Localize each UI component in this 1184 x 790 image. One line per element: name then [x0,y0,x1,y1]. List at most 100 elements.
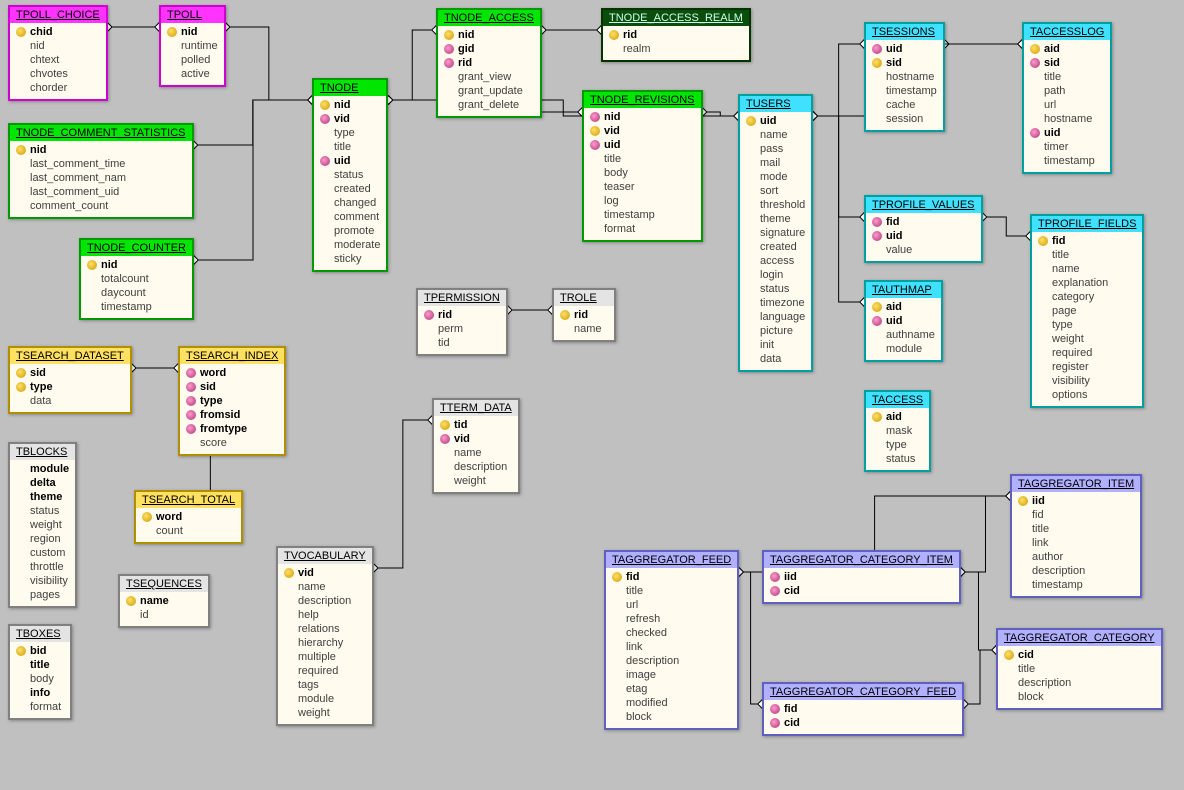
field-description[interactable]: description [614,654,731,668]
table-header[interactable]: TNODE_COMMENT_STATISTICS [10,125,192,141]
field-promote[interactable]: promote [322,224,380,238]
table-trole[interactable]: TROLEridname [552,288,616,342]
table-tvocabulary[interactable]: TVOCABULARYvidnamedescriptionhelprelatio… [276,546,374,726]
field-title[interactable]: title [1020,522,1134,536]
table-header[interactable]: TUSERS [740,96,811,112]
table-tsearch_index[interactable]: TSEARCH_INDEXwordsidtypefromsidfromtypes… [178,346,286,456]
field-timezone[interactable]: timezone [748,296,805,310]
table-header[interactable]: TAGGREGATOR_CATEGORY [998,630,1161,646]
field-uid[interactable]: uid [592,138,695,152]
field-sid[interactable]: sid [188,380,278,394]
field-nid[interactable]: nid [446,28,534,42]
table-tnode_access_realm[interactable]: TNODE_ACCESS_REALMridrealm [601,8,751,62]
field-type[interactable]: type [18,380,124,394]
field-moderate[interactable]: moderate [322,238,380,252]
table-header[interactable]: TSEARCH_DATASET [10,348,130,364]
field-active[interactable]: active [169,67,218,81]
field-score[interactable]: score [188,436,278,450]
field-type[interactable]: type [1040,318,1136,332]
field-type[interactable]: type [322,126,380,140]
table-tsequences[interactable]: TSEQUENCESnameid [118,574,210,628]
table-taggregator_feed[interactable]: TAGGREGATOR_FEEDfidtitleurlrefreshchecke… [604,550,739,730]
table-tprofile_fields[interactable]: TPROFILE_FIELDSfidtitlenameexplanationca… [1030,214,1144,408]
field-vid[interactable]: vid [442,432,512,446]
field-cid[interactable]: cid [772,584,953,598]
field-fid[interactable]: fid [614,570,731,584]
field-custom[interactable]: custom [18,546,69,560]
field-nid[interactable]: nid [169,25,218,39]
field-vid[interactable]: vid [286,566,366,580]
table-tterm_data[interactable]: TTERM_DATAtidvidnamedescriptionweight [432,398,520,494]
field-link[interactable]: link [614,640,731,654]
field-perm[interactable]: perm [426,322,500,336]
table-tauthmap[interactable]: TAUTHMAPaiduidauthnamemodule [864,280,943,362]
table-tsearch_total[interactable]: TSEARCH_TOTALwordcount [134,490,243,544]
field-last_comment_time[interactable]: last_comment_time [18,157,186,171]
table-tnode_revisions[interactable]: TNODE_REVISIONSnidviduidtitlebodyteaserl… [582,90,703,242]
table-taggregator_category_item[interactable]: TAGGREGATOR_CATEGORY_ITEMiidcid [762,550,961,604]
field-status[interactable]: status [322,168,380,182]
table-taggregator_item[interactable]: TAGGREGATOR_ITEMiidfidtitlelinkauthordes… [1010,474,1142,598]
table-tnode[interactable]: TNODEnidvidtypetitleuidstatuscreatedchan… [312,78,388,272]
field-weight[interactable]: weight [18,518,69,532]
field-title[interactable]: title [322,140,380,154]
field-timestamp[interactable]: timestamp [1020,578,1134,592]
field-chorder[interactable]: chorder [18,81,100,95]
table-tblocks[interactable]: TBLOCKSmoduledeltathemestatusweightregio… [8,442,77,608]
field-runtime[interactable]: runtime [169,39,218,53]
field-iid[interactable]: iid [1020,494,1134,508]
field-format[interactable]: format [592,222,695,236]
field-image[interactable]: image [614,668,731,682]
table-taggregator_category_feed[interactable]: TAGGREGATOR_CATEGORY_FEEDfidcid [762,682,964,736]
field-nid[interactable]: nid [18,39,100,53]
field-session[interactable]: session [874,112,937,126]
field-help[interactable]: help [286,608,366,622]
field-module[interactable]: module [874,342,935,356]
field-language[interactable]: language [748,310,805,324]
field-tid[interactable]: tid [426,336,500,350]
field-gid[interactable]: gid [446,42,534,56]
table-header[interactable]: TAGGREGATOR_FEED [606,552,737,568]
field-chid[interactable]: chid [18,25,100,39]
field-id[interactable]: id [128,608,202,622]
field-tags[interactable]: tags [286,678,366,692]
table-header[interactable]: TPERMISSION [418,290,506,306]
table-taccess[interactable]: TACCESSaidmasktypestatus [864,390,931,472]
table-header[interactable]: TAGGREGATOR_ITEM [1012,476,1140,492]
table-tpoll_choice[interactable]: TPOLL_CHOICEchidnidchtextchvoteschorder [8,5,108,101]
table-taccesslog[interactable]: TACCESSLOGaidsidtitlepathurlhostnameuidt… [1022,22,1112,174]
field-aid[interactable]: aid [1032,42,1104,56]
field-uid[interactable]: uid [874,229,975,243]
table-header[interactable]: TSEQUENCES [120,576,208,592]
field-title[interactable]: title [592,152,695,166]
field-realm[interactable]: realm [611,42,743,56]
field-name[interactable]: name [1040,262,1136,276]
field-title[interactable]: title [1032,70,1104,84]
field-format[interactable]: format [18,700,64,714]
field-register[interactable]: register [1040,360,1136,374]
field-type[interactable]: type [188,394,278,408]
field-name[interactable]: name [286,580,366,594]
table-header[interactable]: TPROFILE_FIELDS [1032,216,1142,232]
field-data[interactable]: data [748,352,805,366]
field-hostname[interactable]: hostname [874,70,937,84]
field-weight[interactable]: weight [286,706,366,720]
field-etag[interactable]: etag [614,682,731,696]
table-header[interactable]: TACCESS [866,392,929,408]
field-timer[interactable]: timer [1032,140,1104,154]
field-fid[interactable]: fid [772,702,956,716]
field-throttle[interactable]: throttle [18,560,69,574]
table-header[interactable]: TSEARCH_INDEX [180,348,284,364]
table-header[interactable]: TPROFILE_VALUES [866,197,981,213]
field-visibility[interactable]: visibility [18,574,69,588]
field-sort[interactable]: sort [748,184,805,198]
field-log[interactable]: log [592,194,695,208]
field-description[interactable]: description [442,460,512,474]
field-hostname[interactable]: hostname [1032,112,1104,126]
field-grant_update[interactable]: grant_update [446,84,534,98]
field-description[interactable]: description [1020,564,1134,578]
field-sid[interactable]: sid [18,366,124,380]
field-uid[interactable]: uid [874,42,937,56]
field-cid[interactable]: cid [772,716,956,730]
field-status[interactable]: status [18,504,69,518]
